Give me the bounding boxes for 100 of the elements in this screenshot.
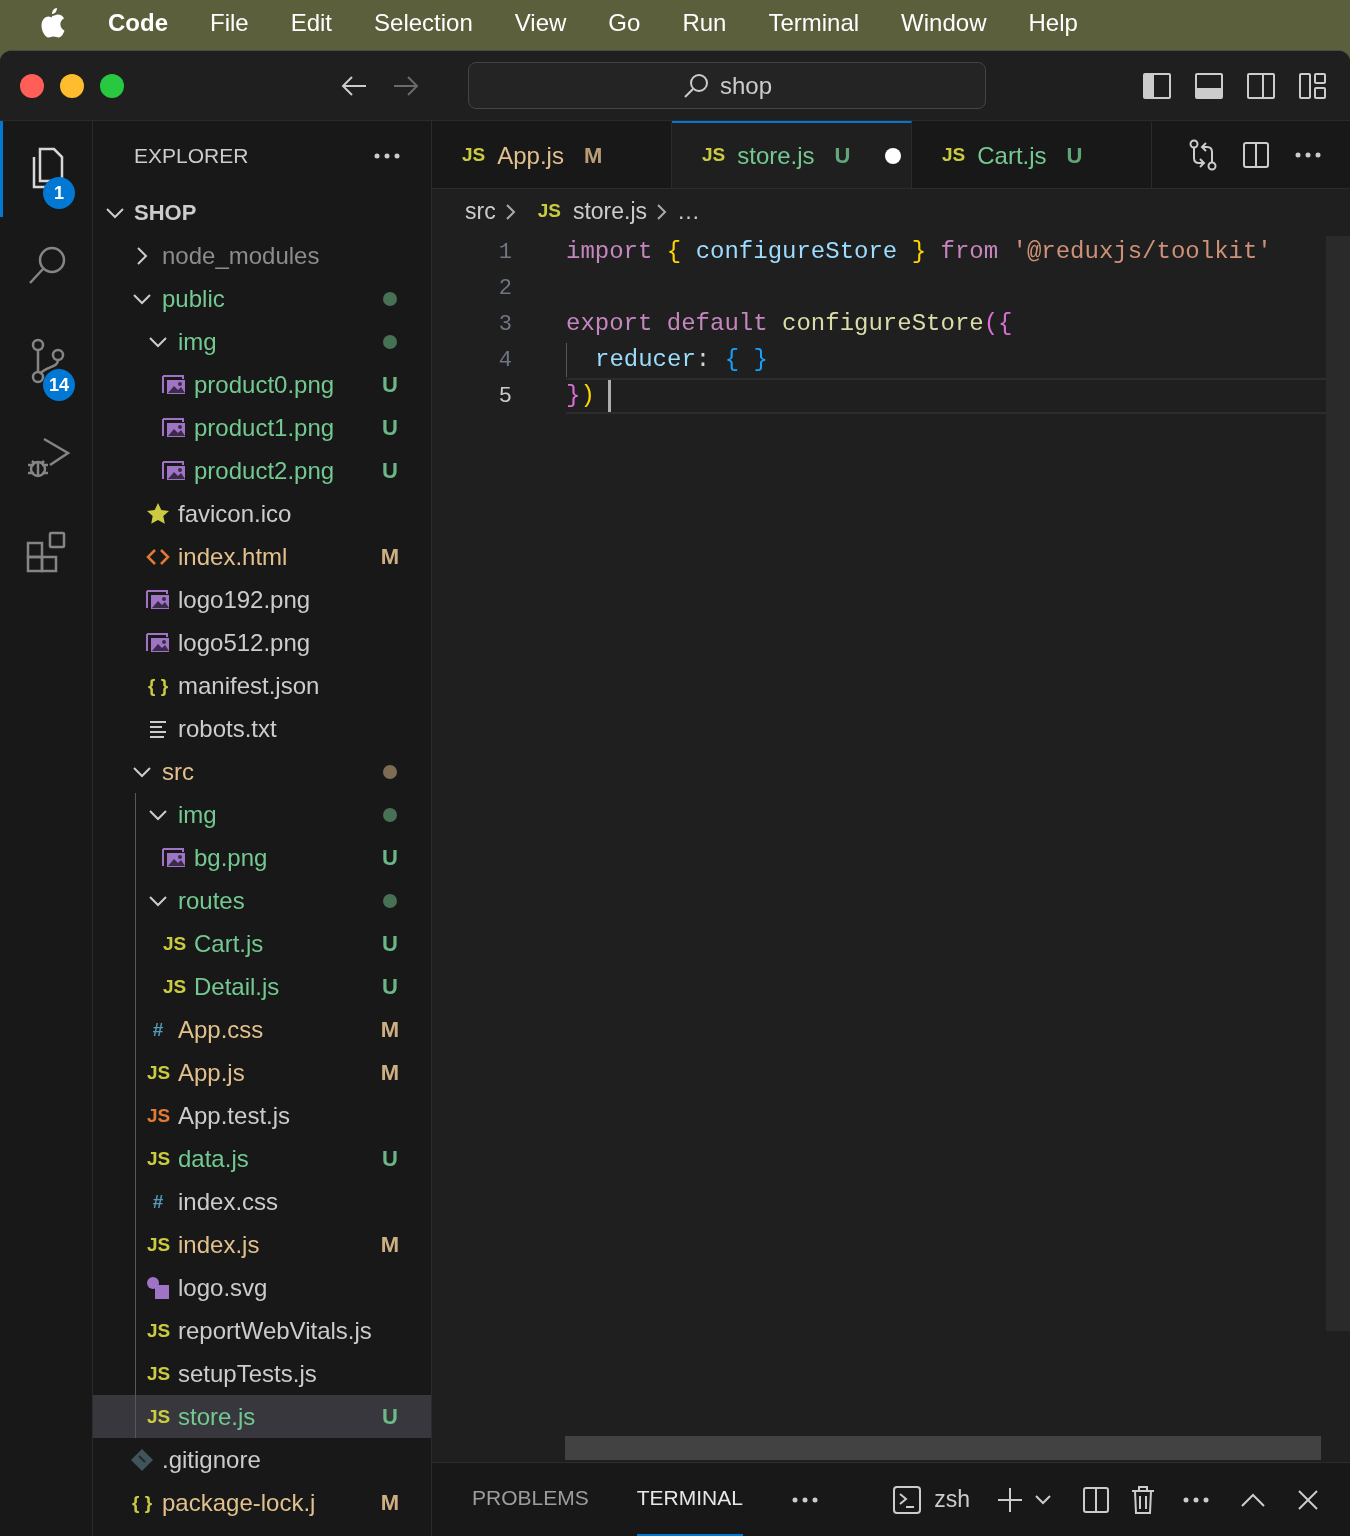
window-control-button[interactable] bbox=[100, 73, 124, 98]
layout-icon[interactable] bbox=[1298, 71, 1328, 100]
activity-bar-item[interactable]: 14 bbox=[0, 313, 92, 409]
file-row[interactable]: logo512.png bbox=[93, 621, 431, 664]
more-icon[interactable] bbox=[790, 1495, 819, 1504]
menu-item[interactable]: Help bbox=[1028, 5, 1078, 41]
split-editor-icon[interactable] bbox=[1242, 140, 1270, 169]
file-row[interactable]: JS Cart.js U bbox=[93, 922, 431, 965]
file-row[interactable]: JS App.js M bbox=[93, 1051, 431, 1094]
folder-name: routes bbox=[178, 885, 245, 916]
more-icon[interactable] bbox=[373, 152, 401, 160]
folder-name: public bbox=[162, 283, 225, 314]
app-name[interactable]: Code bbox=[108, 5, 168, 41]
split-panel-icon[interactable] bbox=[1082, 1485, 1110, 1514]
folder-row[interactable]: img bbox=[93, 320, 431, 363]
git-status-letter: U bbox=[381, 930, 399, 958]
file-row[interactable]: { } manifest.json bbox=[93, 664, 431, 707]
file-name: logo.svg bbox=[178, 1272, 268, 1303]
file-name: store.js bbox=[178, 1401, 256, 1432]
menu-item[interactable]: View bbox=[514, 5, 567, 41]
section-header[interactable]: SHOP bbox=[93, 191, 431, 234]
panel-tab[interactable]: TERMINAL bbox=[636, 1462, 743, 1536]
back-arrow-icon[interactable] bbox=[340, 73, 368, 98]
file-row[interactable]: { } package-lock.j M bbox=[93, 1481, 431, 1524]
file-row[interactable]: JS store.js U bbox=[93, 1395, 431, 1438]
star-icon bbox=[146, 501, 170, 526]
compare-changes-icon[interactable] bbox=[1188, 138, 1218, 171]
file-name: Detail.js bbox=[194, 971, 280, 1002]
horizontal-scrollbar[interactable] bbox=[565, 1436, 1321, 1460]
git-status-letter: U bbox=[381, 1145, 399, 1173]
file-row[interactable]: product1.png U bbox=[93, 406, 431, 449]
file-row[interactable]: logo192.png bbox=[93, 578, 431, 621]
line-number: 5 bbox=[497, 382, 512, 411]
window-control-button[interactable] bbox=[20, 73, 44, 98]
folder-row[interactable]: routes bbox=[93, 879, 431, 922]
js-icon: JS bbox=[147, 1364, 169, 1383]
js-icon: JS bbox=[147, 1149, 169, 1168]
search-field[interactable]: shop bbox=[468, 62, 986, 109]
panel-toggle-icon[interactable] bbox=[1194, 71, 1224, 100]
menu-item[interactable]: Run bbox=[682, 5, 727, 41]
file-row[interactable]: JS App.test.js bbox=[93, 1094, 431, 1137]
count-badge: 14 bbox=[43, 369, 76, 401]
js-icon: JS bbox=[537, 197, 561, 226]
line-number: 2 bbox=[497, 274, 512, 303]
more-icon[interactable] bbox=[1182, 1495, 1210, 1504]
breadcrumb-item[interactable]: … bbox=[677, 194, 701, 229]
breadcrumb-item[interactable]: src bbox=[465, 194, 496, 229]
menu-item[interactable]: Go bbox=[608, 5, 641, 41]
git-status-letter: U bbox=[381, 414, 399, 442]
chevron-up-icon[interactable] bbox=[1240, 1491, 1266, 1508]
menu-item[interactable]: Terminal bbox=[768, 5, 860, 41]
menu-item[interactable]: Edit bbox=[290, 5, 333, 41]
chevron-down-icon[interactable] bbox=[1034, 1493, 1052, 1506]
file-row[interactable]: product2.png U bbox=[93, 449, 431, 492]
js-icon: JS bbox=[163, 977, 185, 996]
file-name: data.js bbox=[178, 1143, 249, 1174]
file-row[interactable]: product0.png U bbox=[93, 363, 431, 406]
file-row[interactable]: favicon.ico bbox=[93, 492, 431, 535]
git-status-letter: M bbox=[379, 1231, 401, 1259]
folder-row[interactable]: public bbox=[93, 277, 431, 320]
panel-tab[interactable]: PROBLEMS bbox=[472, 1462, 589, 1536]
terminal-name[interactable]: zsh bbox=[934, 1482, 970, 1517]
shapes-icon bbox=[146, 1275, 170, 1300]
folder-row[interactable]: node_modules bbox=[93, 234, 431, 277]
file-row[interactable]: # App.css M bbox=[93, 1008, 431, 1051]
file-row[interactable]: JS Detail.js U bbox=[93, 965, 431, 1008]
file-row[interactable]: index.html M bbox=[93, 535, 431, 578]
folder-row[interactable]: img bbox=[93, 793, 431, 836]
split-view-icon[interactable] bbox=[1246, 71, 1276, 100]
file-name: App.js bbox=[178, 1057, 245, 1088]
file-row[interactable]: JS setupTests.js bbox=[93, 1352, 431, 1395]
file-row[interactable]: JS data.js U bbox=[93, 1137, 431, 1180]
close-icon[interactable] bbox=[1296, 1487, 1320, 1512]
menu-item[interactable]: File bbox=[210, 5, 249, 41]
file-row[interactable]: robots.txt bbox=[93, 707, 431, 750]
git-status-letter: M bbox=[379, 1059, 401, 1087]
js-icon: JS bbox=[147, 1235, 169, 1254]
trash-icon[interactable] bbox=[1130, 1484, 1156, 1515]
menu-item[interactable]: Selection bbox=[374, 5, 473, 41]
sidebar-toggle-icon[interactable] bbox=[1142, 71, 1172, 100]
folder-row[interactable]: src bbox=[93, 750, 431, 793]
git-status-letter: U bbox=[381, 844, 399, 872]
file-name: index.css bbox=[178, 1186, 279, 1217]
file-name: Cart.js bbox=[194, 928, 264, 959]
window-control-button[interactable] bbox=[60, 73, 84, 98]
file-row[interactable]: logo.svg bbox=[93, 1266, 431, 1309]
plus-icon[interactable] bbox=[996, 1485, 1024, 1514]
image-icon bbox=[161, 416, 187, 439]
breadcrumb-item[interactable]: store.js bbox=[572, 194, 648, 229]
file-row[interactable]: .gitignore bbox=[93, 1438, 431, 1481]
more-icon[interactable] bbox=[1294, 150, 1322, 159]
menu-item[interactable]: Window bbox=[901, 5, 987, 41]
file-row[interactable]: JS reportWebVitals.js bbox=[93, 1309, 431, 1352]
file-row[interactable]: JS index.js M bbox=[93, 1223, 431, 1266]
editor-tab[interactable]: JS store.js U bbox=[672, 121, 912, 188]
line-number: 3 bbox=[497, 310, 512, 339]
folder-name: img bbox=[178, 799, 217, 830]
folder-name: node_modules bbox=[162, 240, 320, 271]
file-row[interactable]: bg.png U bbox=[93, 836, 431, 879]
file-row[interactable]: # index.css bbox=[93, 1180, 431, 1223]
